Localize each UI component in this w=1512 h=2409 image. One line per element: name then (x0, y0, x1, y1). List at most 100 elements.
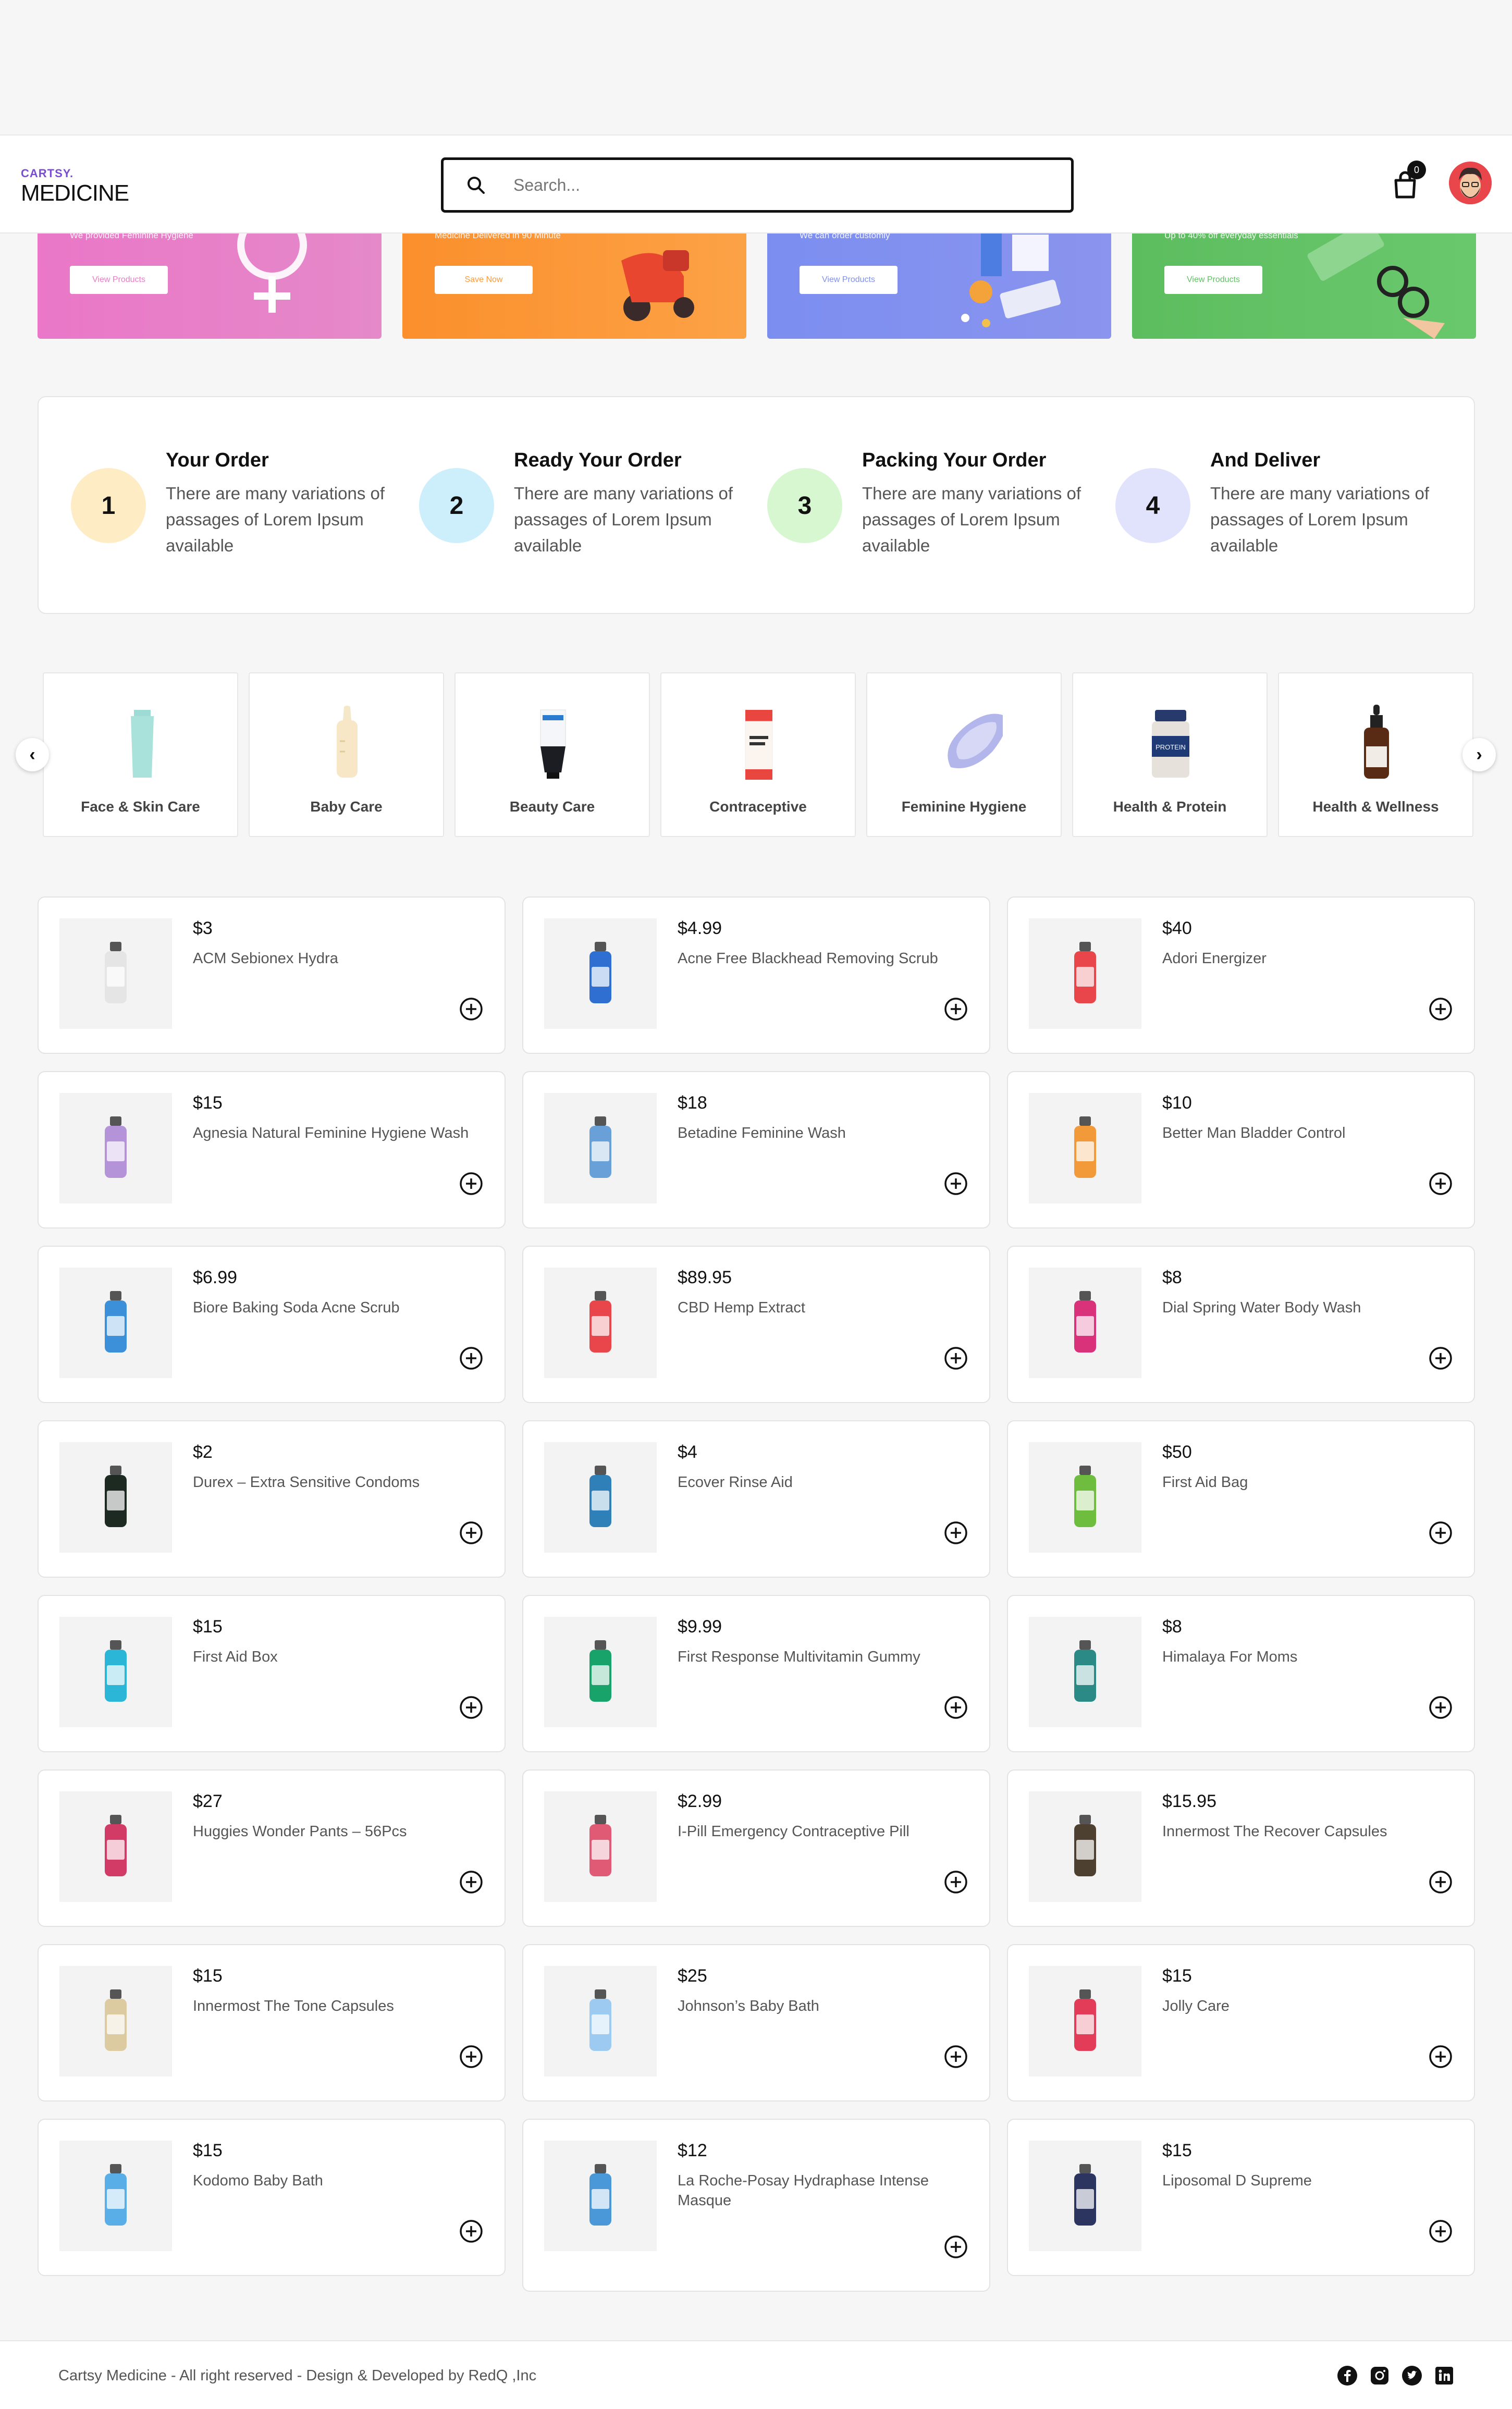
promo-banner-essentials[interactable]: Up to 40% off everyday essentials View P… (1132, 229, 1476, 339)
product-image[interactable] (544, 918, 657, 1029)
product-image[interactable] (1029, 1617, 1141, 1727)
add-to-cart-icon[interactable] (943, 1870, 968, 1895)
product-card[interactable]: $4.99 Acne Free Blackhead Removing Scrub (522, 896, 990, 1054)
add-to-cart-icon[interactable] (943, 1346, 968, 1371)
add-to-cart-icon[interactable] (943, 1171, 968, 1196)
view-products-button[interactable]: View Products (70, 266, 168, 294)
product-name[interactable]: Dial Spring Water Body Wash (1162, 1298, 1459, 1318)
add-to-cart-icon[interactable] (459, 1520, 484, 1545)
product-name[interactable]: Johnson’s Baby Bath (678, 1996, 975, 2016)
add-to-cart-icon[interactable] (459, 1695, 484, 1720)
category-health-wellness[interactable]: Health & Wellness (1278, 672, 1473, 837)
search-input[interactable] (513, 175, 982, 195)
product-image[interactable] (1029, 1791, 1141, 1902)
search-bar[interactable] (441, 157, 1074, 213)
product-card[interactable]: $15 Liposomal D Supreme (1007, 2119, 1475, 2276)
add-to-cart-icon[interactable] (1428, 2219, 1453, 2244)
product-name[interactable]: Himalaya For Moms (1162, 1647, 1459, 1667)
product-card[interactable]: $8 Dial Spring Water Body Wash (1007, 1246, 1475, 1403)
product-name[interactable]: Innermost The Tone Capsules (193, 1996, 490, 2016)
product-image[interactable] (59, 1966, 172, 2076)
add-to-cart-icon[interactable] (943, 1695, 968, 1720)
product-card[interactable]: $2.99 I-Pill Emergency Contraceptive Pill (522, 1769, 990, 1927)
product-image[interactable] (1029, 2141, 1141, 2251)
product-name[interactable]: Durex – Extra Sensitive Condoms (193, 1472, 490, 1492)
product-name[interactable]: Ecover Rinse Aid (678, 1472, 975, 1492)
add-to-cart-icon[interactable] (1428, 1346, 1453, 1371)
product-card[interactable]: $8 Himalaya For Moms (1007, 1595, 1475, 1752)
product-card[interactable]: $15.95 Innermost The Recover Capsules (1007, 1769, 1475, 1927)
product-image[interactable] (59, 1093, 172, 1203)
product-name[interactable]: ACM Sebionex Hydra (193, 949, 490, 968)
category-feminine-hygiene[interactable]: Feminine Hygiene (866, 672, 1062, 837)
add-to-cart-icon[interactable] (943, 2234, 968, 2259)
category-health-protein[interactable]: PROTEIN Health & Protein (1072, 672, 1268, 837)
product-card[interactable]: $50 First Aid Bag (1007, 1420, 1475, 1578)
view-products-button[interactable]: View Products (800, 266, 898, 294)
product-name[interactable]: Acne Free Blackhead Removing Scrub (678, 949, 975, 968)
product-card[interactable]: $10 Better Man Bladder Control (1007, 1071, 1475, 1228)
add-to-cart-icon[interactable] (1428, 1520, 1453, 1545)
product-card[interactable]: $3 ACM Sebionex Hydra (38, 896, 506, 1054)
product-card[interactable]: $4 Ecover Rinse Aid (522, 1420, 990, 1578)
carousel-prev-button[interactable]: ‹ (16, 738, 49, 771)
add-to-cart-icon[interactable] (459, 2219, 484, 2244)
product-image[interactable] (1029, 1442, 1141, 1553)
product-card[interactable]: $15 Innermost The Tone Capsules (38, 1944, 506, 2101)
add-to-cart-icon[interactable] (1428, 2044, 1453, 2069)
promo-banner-custom-order[interactable]: We can order customly View Products (767, 229, 1111, 339)
add-to-cart-icon[interactable] (1428, 1171, 1453, 1196)
category-beauty-care[interactable]: Beauty Care (454, 672, 650, 837)
product-card[interactable]: $89.95 CBD Hemp Extract (522, 1246, 990, 1403)
add-to-cart-icon[interactable] (459, 2044, 484, 2069)
product-name[interactable]: Jolly Care (1162, 1996, 1459, 2016)
product-card[interactable]: $15 Kodomo Baby Bath (38, 2119, 506, 2276)
product-card[interactable]: $12 La Roche-Posay Hydraphase Intense Mas… (522, 2119, 990, 2292)
product-name[interactable]: CBD Hemp Extract (678, 1298, 975, 1318)
product-name[interactable]: La Roche-Posay Hydraphase Intense Masque (678, 2171, 975, 2210)
brand-logo[interactable]: MEDICINE (21, 180, 129, 206)
product-name[interactable]: First Response Multivitamin Gummy (678, 1647, 975, 1667)
view-products-button[interactable]: View Products (1164, 266, 1262, 294)
product-image[interactable] (544, 1268, 657, 1378)
product-image[interactable] (59, 1268, 172, 1378)
product-card[interactable]: $27 Huggies Wonder Pants – 56Pcs (38, 1769, 506, 1927)
product-image[interactable] (59, 1442, 172, 1553)
product-image[interactable] (544, 1966, 657, 2076)
product-image[interactable] (59, 2141, 172, 2251)
product-card[interactable]: $40 Adori Energizer (1007, 896, 1475, 1054)
user-avatar[interactable] (1449, 162, 1492, 204)
product-card[interactable]: $15 Agnesia Natural Feminine Hygiene Wash (38, 1071, 506, 1228)
product-image[interactable] (1029, 918, 1141, 1029)
add-to-cart-icon[interactable] (459, 1870, 484, 1895)
add-to-cart-icon[interactable] (943, 997, 968, 1022)
category-baby-care[interactable]: Baby Care (249, 672, 444, 837)
promo-banner-feminine[interactable]: We provided Feminine Hygiene View Produc… (38, 229, 382, 339)
category-face-skin-care[interactable]: Face & Skin Care (43, 672, 238, 837)
product-image[interactable] (1029, 1268, 1141, 1378)
product-image[interactable] (544, 1617, 657, 1727)
product-name[interactable]: First Aid Bag (1162, 1472, 1459, 1492)
instagram-icon[interactable] (1369, 2365, 1390, 2386)
product-image[interactable] (1029, 1966, 1141, 2076)
add-to-cart-icon[interactable] (943, 1520, 968, 1545)
add-to-cart-icon[interactable] (459, 1171, 484, 1196)
product-image[interactable] (59, 918, 172, 1029)
product-card[interactable]: $18 Betadine Feminine Wash (522, 1071, 990, 1228)
product-card[interactable]: $2 Durex – Extra Sensitive Condoms (38, 1420, 506, 1578)
search-icon[interactable] (465, 175, 486, 195)
product-card[interactable]: $15 Jolly Care (1007, 1944, 1475, 2101)
add-to-cart-icon[interactable] (459, 1346, 484, 1371)
product-card[interactable]: $9.99 First Response Multivitamin Gummy (522, 1595, 990, 1752)
product-name[interactable]: I-Pill Emergency Contraceptive Pill (678, 1822, 975, 1841)
product-name[interactable]: Agnesia Natural Feminine Hygiene Wash (193, 1123, 490, 1143)
brand-logo-small[interactable]: CARTSY. (21, 167, 73, 180)
save-now-button[interactable]: Save Now (435, 266, 533, 294)
product-name[interactable]: Kodomo Baby Bath (193, 2171, 490, 2191)
twitter-icon[interactable] (1402, 2365, 1422, 2386)
add-to-cart-icon[interactable] (459, 997, 484, 1022)
add-to-cart-icon[interactable] (943, 2044, 968, 2069)
add-to-cart-icon[interactable] (1428, 1695, 1453, 1720)
add-to-cart-icon[interactable] (1428, 997, 1453, 1022)
promo-banner-delivery[interactable]: Medicine Delivered in 90 Minute Save Now (402, 229, 746, 339)
